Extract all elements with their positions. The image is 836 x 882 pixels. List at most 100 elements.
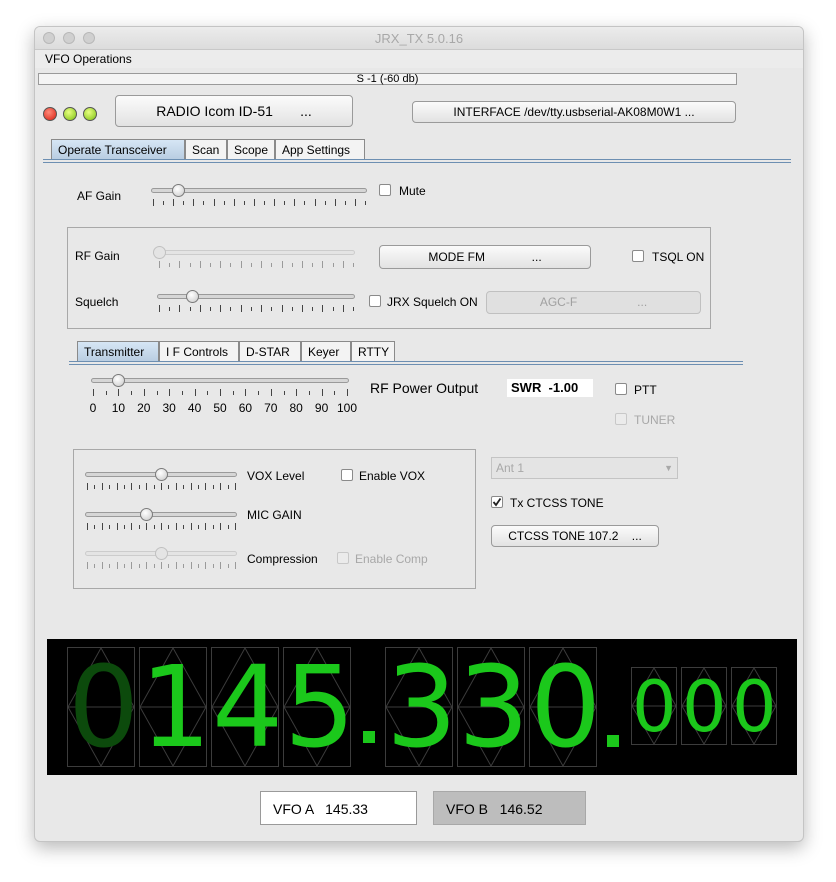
tab-operate-transceiver[interactable]: Operate Transceiver [51, 139, 185, 159]
vox-level-label: VOX Level [247, 469, 305, 483]
slider-tick [199, 305, 201, 312]
app-window: JRX_TX 5.0.16 VFO Operations S -1 (-60 d… [34, 26, 804, 842]
slider-tick [281, 305, 283, 312]
slider-ticks [81, 523, 241, 531]
slider-tick [230, 263, 232, 267]
slider-tick [334, 199, 336, 206]
enable-vox-checkbox[interactable] [341, 469, 353, 481]
slider-tick [124, 485, 125, 489]
freq-decimal-point [607, 735, 619, 747]
slider-track[interactable] [157, 250, 355, 255]
slider-thumb[interactable] [172, 184, 186, 197]
slider-tick [138, 564, 140, 568]
squelch-slider[interactable] [153, 290, 359, 315]
tab-scan[interactable]: Scan [185, 139, 227, 159]
rf-power-slider[interactable] [87, 374, 353, 399]
slider-tick [193, 199, 195, 206]
freq-digit[interactable]: 5 [283, 647, 351, 767]
slider-tick [146, 483, 148, 490]
tab-if-controls[interactable]: I F Controls [159, 341, 239, 361]
slider-tick [203, 201, 205, 205]
freq-digit[interactable]: 0 [529, 647, 597, 767]
tab-d-star[interactable]: D-STAR [239, 341, 301, 361]
radio-select-button[interactable]: RADIO Icom ID-51 ... [115, 95, 353, 127]
slider-tick [322, 305, 324, 312]
slider-tick [342, 261, 344, 268]
slider-tick [190, 483, 192, 490]
slider-track[interactable] [91, 378, 349, 383]
slider-tick [163, 201, 165, 205]
slider-tick [205, 483, 207, 490]
tab-app-settings[interactable]: App Settings [275, 139, 365, 159]
tab-transmitter[interactable]: Transmitter [77, 341, 159, 361]
freq-digit-small[interactable]: 0 [631, 667, 677, 745]
slider-thumb[interactable] [153, 246, 166, 259]
tx-ctcss-checkbox[interactable] [491, 496, 503, 508]
slider-tick [143, 389, 145, 396]
slider-thumb[interactable] [185, 290, 199, 303]
interface-select-button[interactable]: INTERFACE /dev/tty.usbserial-AK08M0W1 ..… [412, 101, 736, 123]
slider-tick [321, 389, 323, 396]
slider-tick [342, 305, 344, 312]
slider-tick [271, 263, 273, 267]
slider-tick [169, 263, 171, 267]
slider-tick [258, 391, 260, 395]
agc-button[interactable]: AGC-F ... [486, 291, 701, 314]
vfo-a-button[interactable]: VFO A 145.33 [260, 791, 417, 825]
slider-tick [212, 564, 214, 568]
slider-tick [271, 307, 273, 311]
slider-thumb[interactable] [155, 468, 168, 481]
slider-tick [220, 483, 222, 490]
menu-vfo-operations[interactable]: VFO Operations [45, 52, 132, 66]
slider-tick [179, 305, 181, 312]
mic-gain-slider[interactable] [81, 508, 241, 533]
freq-digit[interactable]: 0 [67, 647, 135, 767]
slider-tick [131, 391, 133, 395]
freq-digit[interactable]: 1 [139, 647, 207, 767]
slider-tick [283, 391, 285, 395]
slider-thumb[interactable] [155, 547, 168, 560]
slider-tick [198, 564, 199, 568]
tab-rtty[interactable]: RTTY [351, 341, 395, 361]
antenna-select[interactable]: Ant 1 ▼ [491, 457, 678, 479]
chevron-down-icon: ▼ [664, 463, 673, 473]
jrx-squelch-checkbox[interactable] [369, 295, 381, 307]
freq-digit[interactable]: 3 [385, 647, 453, 767]
slider-tick [365, 201, 366, 205]
tuner-checkbox[interactable] [615, 413, 627, 425]
af-gain-label: AF Gain [77, 189, 122, 203]
freq-digit[interactable]: 3 [457, 647, 525, 767]
ptt-checkbox[interactable] [615, 383, 627, 395]
slider-thumb[interactable] [112, 374, 126, 387]
slider-tick [240, 261, 242, 268]
vfo-b-button[interactable]: VFO B 146.52 [433, 791, 586, 825]
slider-tick [212, 485, 214, 489]
slider-tick [235, 523, 236, 530]
slider-tick [179, 261, 181, 268]
slider-tick [131, 483, 133, 490]
tsql-checkbox[interactable] [632, 250, 644, 262]
slider-tick [94, 525, 96, 529]
tab-keyer[interactable]: Keyer [301, 341, 351, 361]
slider-tick [93, 389, 94, 396]
tuner-label: TUNER [634, 413, 676, 427]
rf-gain-slider[interactable] [153, 246, 359, 271]
vox-level-slider[interactable] [81, 468, 241, 493]
slider-thumb[interactable] [140, 508, 154, 521]
slider-tick [227, 525, 229, 529]
freq-digit-small[interactable]: 0 [731, 667, 777, 745]
compression-slider[interactable] [81, 547, 241, 572]
slider-tick [87, 523, 88, 530]
freq-digit-small[interactable]: 0 [681, 667, 727, 745]
af-gain-slider[interactable] [147, 184, 371, 209]
mode-button[interactable]: MODE FM ... [379, 245, 591, 269]
freq-digit[interactable]: 4 [211, 647, 279, 767]
mute-checkbox[interactable] [379, 184, 391, 196]
tab-scope[interactable]: Scope [227, 139, 275, 159]
enable-comp-checkbox[interactable] [337, 552, 349, 564]
slider-tick [270, 389, 272, 396]
ctcss-tone-button[interactable]: CTCSS TONE 107.2 ... [491, 525, 659, 547]
slider-track[interactable] [85, 512, 237, 517]
slider-tick [161, 523, 162, 530]
slider-tick [94, 564, 96, 568]
